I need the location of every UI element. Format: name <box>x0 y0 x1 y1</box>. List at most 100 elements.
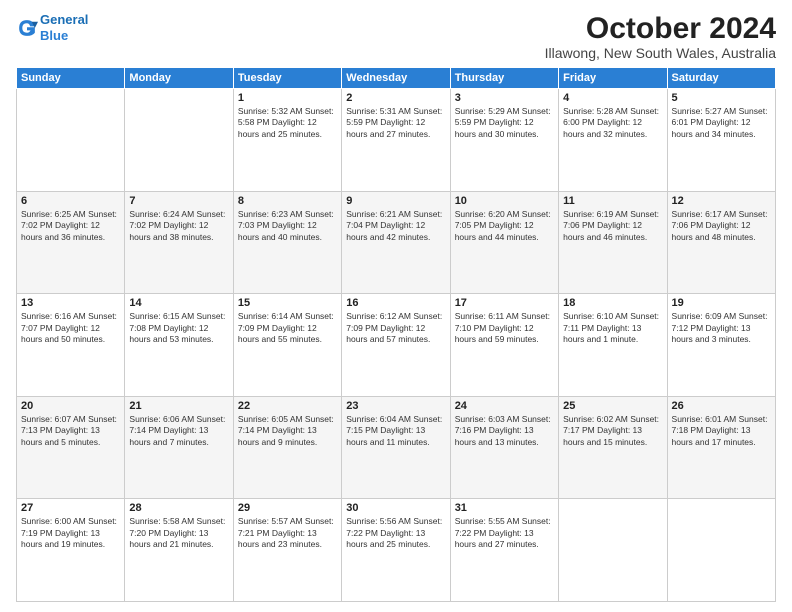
calendar-cell <box>559 499 667 602</box>
calendar-cell: 29Sunrise: 5:57 AM Sunset: 7:21 PM Dayli… <box>233 499 341 602</box>
calendar-cell: 11Sunrise: 6:19 AM Sunset: 7:06 PM Dayli… <box>559 191 667 294</box>
day-number: 12 <box>672 195 771 207</box>
calendar-cell <box>125 89 233 192</box>
calendar-cell: 18 Sunrise: 6:10 AM Sunset: 7:11 PM Dayli… <box>559 294 667 397</box>
day-number: 2 <box>346 92 445 104</box>
day-info: Sunrise: 6:25 AM Sunset: 7:02 PM Dayligh… <box>21 209 120 243</box>
day-number: 17 <box>455 297 554 309</box>
day-number: 5 <box>672 92 771 104</box>
day-number: 19 <box>672 297 771 309</box>
calendar-week-2: 13 Sunrise: 6:16 AM Sunset: 7:07 PM Dayli… <box>17 294 776 397</box>
day-number: 31 <box>455 502 554 514</box>
logo-icon <box>16 17 38 39</box>
day-info: Sunrise: 6:24 AM Sunset: 7:02 PM Dayligh… <box>129 209 228 243</box>
page: General Blue October 2024 Illawong, New … <box>0 0 792 612</box>
header-sunday: Sunday <box>17 68 125 89</box>
day-info: Sunrise: 5:31 AM Sunset: 5:59 PM Dayligh… <box>346 106 445 140</box>
day-number: 23 <box>346 400 445 412</box>
logo-text: General Blue <box>40 12 88 43</box>
day-info: Sunrise: 5:27 AM Sunset: 6:01 PM Dayligh… <box>672 106 771 140</box>
day-info: Sunrise: 6:19 AM Sunset: 7:06 PM Dayligh… <box>563 209 662 243</box>
logo: General Blue <box>16 12 88 43</box>
header: General Blue October 2024 Illawong, New … <box>16 12 776 61</box>
day-number: 6 <box>21 195 120 207</box>
day-info: Sunrise: 6:04 AM Sunset: 7:15 PM Dayligh… <box>346 414 445 448</box>
day-info: Sunrise: 6:21 AM Sunset: 7:04 PM Dayligh… <box>346 209 445 243</box>
day-number: 13 <box>21 297 120 309</box>
day-number: 15 <box>238 297 337 309</box>
calendar-cell: 19 Sunrise: 6:09 AM Sunset: 7:12 PM Dayli… <box>667 294 775 397</box>
day-info: Sunrise: 6:07 AM Sunset: 7:13 PM Dayligh… <box>21 414 120 448</box>
day-info: Sunrise: 6:00 AM Sunset: 7:19 PM Dayligh… <box>21 516 120 550</box>
calendar-cell: 31 Sunrise: 5:55 AM Sunset: 7:22 PM Dayli… <box>450 499 558 602</box>
calendar-week-3: 20 Sunrise: 6:07 AM Sunset: 7:13 PM Dayli… <box>17 396 776 499</box>
calendar-week-1: 6 Sunrise: 6:25 AM Sunset: 7:02 PM Daylig… <box>17 191 776 294</box>
day-info: Sunrise: 6:10 AM Sunset: 7:11 PM Dayligh… <box>563 311 662 345</box>
location: Illawong, New South Wales, Australia <box>545 45 776 61</box>
calendar-cell: 28 Sunrise: 5:58 AM Sunset: 7:20 PM Dayli… <box>125 499 233 602</box>
day-number: 25 <box>563 400 662 412</box>
day-info: Sunrise: 6:09 AM Sunset: 7:12 PM Dayligh… <box>672 311 771 345</box>
day-number: 22 <box>238 400 337 412</box>
day-number: 8 <box>238 195 337 207</box>
calendar-cell: 5 Sunrise: 5:27 AM Sunset: 6:01 PM Daylig… <box>667 89 775 192</box>
day-number: 30 <box>346 502 445 514</box>
day-info: Sunrise: 6:11 AM Sunset: 7:10 PM Dayligh… <box>455 311 554 345</box>
calendar-cell: 9 Sunrise: 6:21 AM Sunset: 7:04 PM Daylig… <box>342 191 450 294</box>
day-number: 24 <box>455 400 554 412</box>
calendar-cell: 7 Sunrise: 6:24 AM Sunset: 7:02 PM Daylig… <box>125 191 233 294</box>
day-number: 16 <box>346 297 445 309</box>
day-info: Sunrise: 5:57 AM Sunset: 7:21 PM Dayligh… <box>238 516 337 550</box>
day-number: 20 <box>21 400 120 412</box>
month-title: October 2024 <box>545 12 776 45</box>
header-monday: Monday <box>125 68 233 89</box>
day-info: Sunrise: 5:32 AM Sunset: 5:58 PM Dayligh… <box>238 106 337 140</box>
day-number: 18 <box>563 297 662 309</box>
day-number: 26 <box>672 400 771 412</box>
header-thursday: Thursday <box>450 68 558 89</box>
day-number: 9 <box>346 195 445 207</box>
day-number: 7 <box>129 195 228 207</box>
day-info: Sunrise: 5:56 AM Sunset: 7:22 PM Dayligh… <box>346 516 445 550</box>
calendar-cell: 1 Sunrise: 5:32 AM Sunset: 5:58 PM Daylig… <box>233 89 341 192</box>
calendar-cell: 8Sunrise: 6:23 AM Sunset: 7:03 PM Daylig… <box>233 191 341 294</box>
day-info: Sunrise: 6:06 AM Sunset: 7:14 PM Dayligh… <box>129 414 228 448</box>
calendar-cell: 15 Sunrise: 6:14 AM Sunset: 7:09 PM Dayli… <box>233 294 341 397</box>
day-info: Sunrise: 5:55 AM Sunset: 7:22 PM Dayligh… <box>455 516 554 550</box>
calendar-cell: 13 Sunrise: 6:16 AM Sunset: 7:07 PM Dayli… <box>17 294 125 397</box>
calendar-cell: 4Sunrise: 5:28 AM Sunset: 6:00 PM Daylig… <box>559 89 667 192</box>
title-block: October 2024 Illawong, New South Wales, … <box>545 12 776 61</box>
calendar-cell: 16Sunrise: 6:12 AM Sunset: 7:09 PM Dayli… <box>342 294 450 397</box>
day-number: 27 <box>21 502 120 514</box>
day-info: Sunrise: 5:58 AM Sunset: 7:20 PM Dayligh… <box>129 516 228 550</box>
calendar-cell: 2 Sunrise: 5:31 AM Sunset: 5:59 PM Daylig… <box>342 89 450 192</box>
calendar-cell: 20 Sunrise: 6:07 AM Sunset: 7:13 PM Dayli… <box>17 396 125 499</box>
day-info: Sunrise: 6:17 AM Sunset: 7:06 PM Dayligh… <box>672 209 771 243</box>
calendar-cell: 6 Sunrise: 6:25 AM Sunset: 7:02 PM Daylig… <box>17 191 125 294</box>
day-number: 10 <box>455 195 554 207</box>
day-info: Sunrise: 5:28 AM Sunset: 6:00 PM Dayligh… <box>563 106 662 140</box>
calendar-cell: 17 Sunrise: 6:11 AM Sunset: 7:10 PM Dayli… <box>450 294 558 397</box>
day-number: 28 <box>129 502 228 514</box>
day-info: Sunrise: 6:15 AM Sunset: 7:08 PM Dayligh… <box>129 311 228 345</box>
calendar-cell: 3 Sunrise: 5:29 AM Sunset: 5:59 PM Daylig… <box>450 89 558 192</box>
header-friday: Friday <box>559 68 667 89</box>
logo-blue: Blue <box>40 28 68 43</box>
day-info: Sunrise: 6:16 AM Sunset: 7:07 PM Dayligh… <box>21 311 120 345</box>
calendar-cell: 23 Sunrise: 6:04 AM Sunset: 7:15 PM Dayli… <box>342 396 450 499</box>
day-info: Sunrise: 6:05 AM Sunset: 7:14 PM Dayligh… <box>238 414 337 448</box>
calendar-cell: 26Sunrise: 6:01 AM Sunset: 7:18 PM Dayli… <box>667 396 775 499</box>
calendar-week-4: 27 Sunrise: 6:00 AM Sunset: 7:19 PM Dayli… <box>17 499 776 602</box>
day-number: 1 <box>238 92 337 104</box>
calendar-cell <box>17 89 125 192</box>
day-info: Sunrise: 6:03 AM Sunset: 7:16 PM Dayligh… <box>455 414 554 448</box>
header-wednesday: Wednesday <box>342 68 450 89</box>
day-info: Sunrise: 6:14 AM Sunset: 7:09 PM Dayligh… <box>238 311 337 345</box>
day-number: 3 <box>455 92 554 104</box>
header-tuesday: Tuesday <box>233 68 341 89</box>
day-info: Sunrise: 5:29 AM Sunset: 5:59 PM Dayligh… <box>455 106 554 140</box>
calendar-table: Sunday Monday Tuesday Wednesday Thursday… <box>16 67 776 602</box>
day-info: Sunrise: 6:02 AM Sunset: 7:17 PM Dayligh… <box>563 414 662 448</box>
calendar-cell <box>667 499 775 602</box>
calendar-cell: 27 Sunrise: 6:00 AM Sunset: 7:19 PM Dayli… <box>17 499 125 602</box>
